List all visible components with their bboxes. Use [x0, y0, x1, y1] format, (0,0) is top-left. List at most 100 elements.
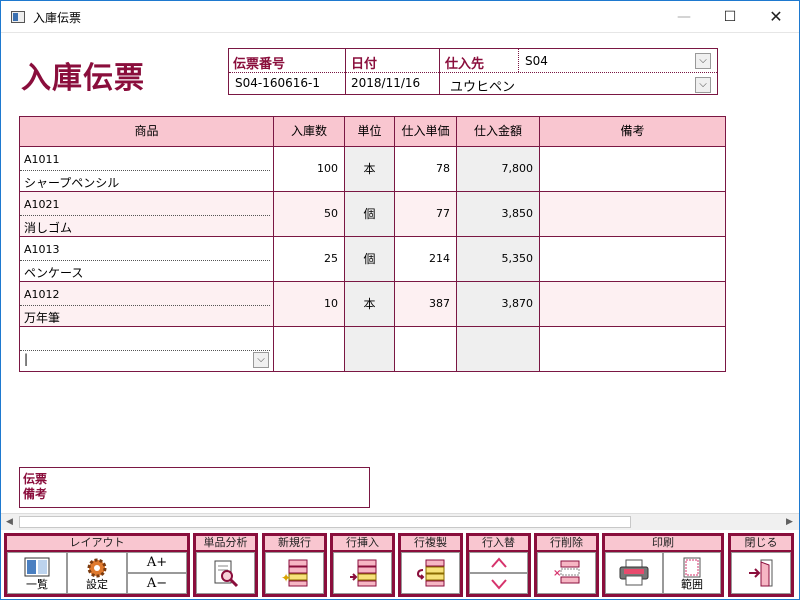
delete-row-button[interactable]: × [537, 552, 596, 594]
supplier-label: 仕入先 [445, 57, 485, 72]
price-cell[interactable] [395, 327, 457, 371]
product-cell[interactable]: A1021 消しゴム [20, 192, 274, 236]
product-name: 消しゴム [24, 221, 73, 235]
font-decrease-button[interactable]: A− [127, 573, 187, 594]
scroll-thumb[interactable] [19, 516, 631, 528]
product-name: ペンケース [24, 266, 84, 280]
qty-cell[interactable]: 25 [274, 237, 345, 281]
product-input[interactable]: | [24, 352, 28, 366]
page-title: 入庫伝票 [21, 61, 145, 96]
printer-icon [619, 559, 649, 586]
unit-cell: 個 [345, 192, 395, 236]
slip-header: 伝票番号 S04-160616-1 日付 2018/11/16 仕入先 S04 … [228, 48, 718, 95]
product-cell[interactable]: A1012 万年筆 [20, 282, 274, 326]
close-group: 閉じる [728, 533, 794, 597]
new-row[interactable]: | ⌵ [20, 327, 725, 372]
col-header-amount: 仕入金額 [457, 117, 540, 146]
swap-row-group: 行入替 [466, 533, 531, 597]
scroll-left-icon[interactable]: ◀ [1, 514, 18, 530]
copy-row-label: 行複製 [401, 536, 460, 550]
col-header-product: 商品 [20, 117, 274, 146]
amount-cell: 5,350 [457, 237, 540, 281]
delete-row-label: 行削除 [537, 536, 596, 550]
supplier-code-value[interactable]: S04 [525, 54, 548, 68]
price-cell[interactable]: 77 [395, 192, 457, 236]
analysis-label: 単品分析 [196, 536, 255, 550]
product-cell[interactable]: | ⌵ [20, 327, 274, 371]
arrow-up-icon [490, 557, 507, 568]
font-increase-button[interactable]: A+ [127, 552, 187, 573]
settings-caption: 設定 [86, 578, 108, 591]
date-value[interactable]: 2018/11/16 [351, 76, 420, 90]
close-button[interactable] [731, 552, 791, 594]
new-row-button[interactable]: ✦ [265, 552, 324, 594]
exit-door-icon [749, 559, 773, 587]
close-window-button[interactable]: ✕ [753, 1, 799, 33]
supplier-name-value[interactable]: ユウヒペン [450, 76, 515, 95]
divider [229, 72, 439, 73]
unit-cell: 個 [345, 237, 395, 281]
magnifier-document-icon [214, 560, 238, 588]
amount-cell: 7,800 [457, 147, 540, 191]
memo-cell[interactable] [540, 282, 725, 326]
table-row[interactable]: A1012 万年筆 10 本 387 3,870 [20, 282, 725, 327]
close-label: 閉じる [731, 536, 791, 550]
product-dropdown-button[interactable]: ⌵ [253, 352, 269, 368]
amount-cell: 3,870 [457, 282, 540, 326]
divider [20, 350, 270, 351]
divider [20, 305, 270, 306]
memo-cell[interactable] [540, 327, 725, 371]
qty-cell[interactable]: 100 [274, 147, 345, 191]
title-bar: 入庫伝票 — ☐ ✕ [1, 1, 799, 33]
print-button[interactable] [605, 552, 663, 594]
price-cell[interactable]: 78 [395, 147, 457, 191]
slip-memo-field[interactable]: 伝票 備考 [19, 467, 370, 508]
scroll-right-icon[interactable]: ▶ [781, 514, 798, 530]
slip-no-label: 伝票番号 [233, 57, 286, 72]
divider [518, 49, 519, 72]
date-label: 日付 [351, 57, 378, 72]
table-row[interactable]: A1011 シャープペンシル 100 本 78 7,800 [20, 147, 725, 192]
slip-no-value[interactable]: S04-160616-1 [235, 76, 320, 90]
list-view-button[interactable]: 一覧 [7, 552, 67, 594]
print-range-button[interactable]: 範囲 [663, 552, 721, 594]
price-cell[interactable]: 387 [395, 282, 457, 326]
print-range-caption: 範囲 [681, 578, 703, 591]
insert-row-label: 行挿入 [333, 536, 392, 550]
divider [20, 260, 270, 261]
qty-cell[interactable]: 10 [274, 282, 345, 326]
delete-row-group: 行削除 × [534, 533, 599, 597]
new-row-group: 新規行 ✦ [262, 533, 327, 597]
product-cell[interactable]: A1011 シャープペンシル [20, 147, 274, 191]
supplier-code-dropdown-button[interactable]: ⌵ [695, 53, 711, 69]
settings-button[interactable]: 設定 [67, 552, 127, 594]
copy-row-group: 行複製 [398, 533, 463, 597]
item-analysis-button[interactable] [196, 552, 255, 594]
memo-cell[interactable] [540, 192, 725, 236]
qty-cell[interactable] [274, 327, 345, 371]
unit-cell: 本 [345, 282, 395, 326]
table-row[interactable]: A1013 ペンケース 25 個 214 5,350 [20, 237, 725, 282]
table-row[interactable]: A1021 消しゴム 50 個 77 3,850 [20, 192, 725, 237]
price-cell[interactable]: 214 [395, 237, 457, 281]
supplier-name-dropdown-button[interactable]: ⌵ [695, 77, 711, 93]
copy-row-button[interactable] [401, 552, 460, 594]
delete-row-icon: × [553, 560, 579, 584]
move-row-down-button[interactable] [469, 573, 528, 594]
slip-memo-label: 伝票 備考 [23, 472, 48, 501]
col-header-memo: 備考 [620, 124, 645, 138]
memo-cell[interactable] [540, 147, 725, 191]
horizontal-scrollbar[interactable]: ◀ ▶ [1, 513, 799, 530]
insert-row-button[interactable] [333, 552, 392, 594]
move-row-up-button[interactable] [469, 552, 528, 573]
maximize-button[interactable]: ☐ [707, 1, 753, 33]
copy-row-icon [416, 559, 444, 587]
arrow-down-icon [490, 579, 507, 590]
app-window: 入庫伝票 — ☐ ✕ 入庫伝票 伝票番号 S04-160616-1 日付 201… [0, 0, 800, 600]
col-header-qty: 入庫数 [274, 117, 345, 146]
qty-cell[interactable]: 50 [274, 192, 345, 236]
svg-text:×: × [553, 568, 561, 579]
product-cell[interactable]: A1013 ペンケース [20, 237, 274, 281]
memo-cell[interactable] [540, 237, 725, 281]
minimize-button[interactable]: — [661, 1, 707, 33]
